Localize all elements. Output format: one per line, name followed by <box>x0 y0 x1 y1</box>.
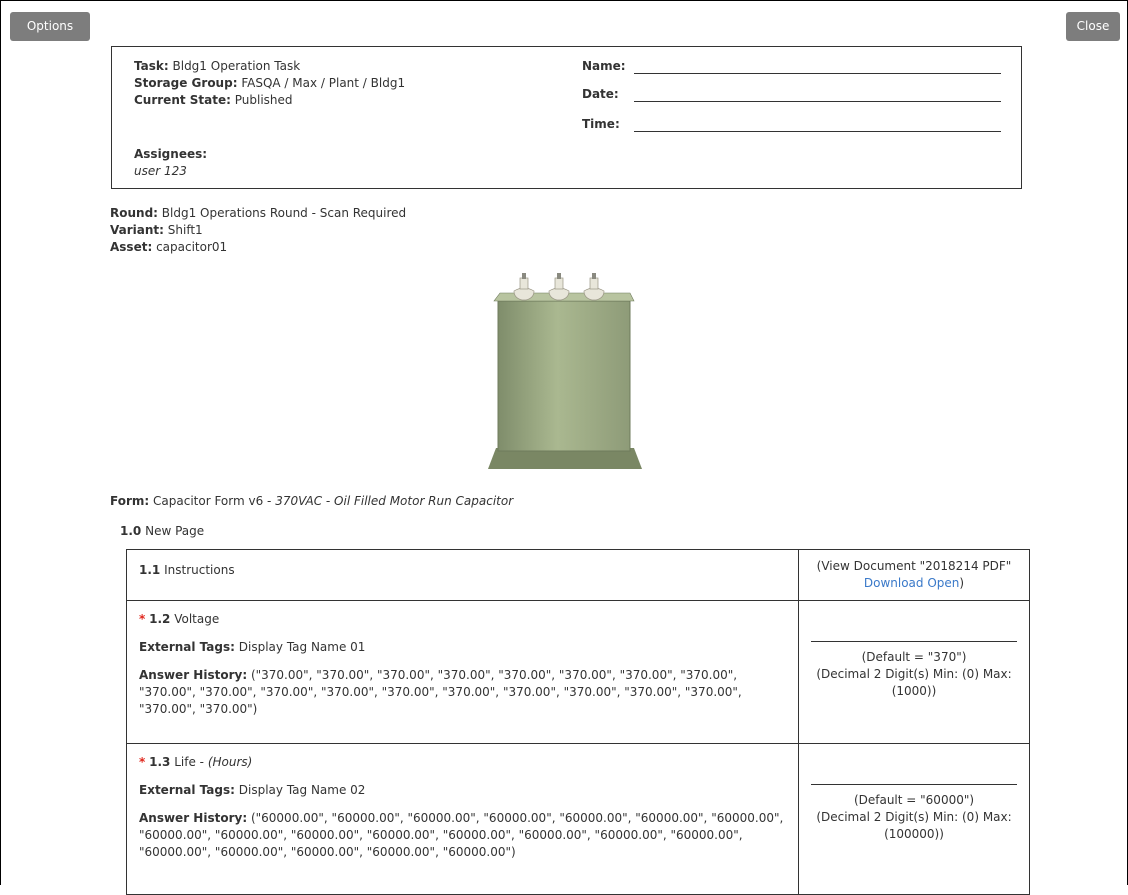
assignee-value: user 123 <box>134 164 187 178</box>
question-row-1-3: * 1.3 Life - (Hours) External Tags: Disp… <box>126 743 1030 895</box>
page-heading: 1.0 New Page <box>120 524 205 538</box>
form-line: Form: Capacitor Form v6 - 370VAC - Oil F… <box>110 494 514 508</box>
current-state-line: Current State: Published <box>134 93 293 107</box>
assignees-label: Assignees: <box>134 147 208 161</box>
question-row-1-1: 1.1 Instructions (View Document "2018214… <box>126 549 1030 601</box>
required-marker: * <box>139 612 146 626</box>
current-state-value: Published <box>234 93 293 107</box>
answer-input-line[interactable] <box>811 784 1017 785</box>
question-title: Voltage <box>174 612 220 626</box>
asset-value: capacitor01 <box>156 240 228 254</box>
questions-table: 1.1 Instructions (View Document "2018214… <box>126 549 1030 895</box>
variant-value: Shift1 <box>167 223 203 237</box>
task-line: Task: Bldg1 Operation Task <box>134 59 301 73</box>
task-header-box: Task: Bldg1 Operation Task Storage Group… <box>111 46 1022 189</box>
close-button[interactable]: Close <box>1066 12 1120 41</box>
storage-group-line: Storage Group: FASQA / Max / Plant / Bld… <box>134 76 406 90</box>
time-signature-line <box>634 131 1001 132</box>
variant-line: Variant: Shift1 <box>110 223 203 237</box>
default-value: (Default = "60000") <box>853 793 975 807</box>
form-name: Capacitor Form v6 <box>153 494 264 508</box>
round-line: Round: Bldg1 Operations Round - Scan Req… <box>110 206 407 220</box>
round-value: Bldg1 Operations Round - Scan Required <box>161 206 407 220</box>
document-cell: (View Document "2018214 PDF" Download Op… <box>798 549 1030 601</box>
question-title: Life <box>174 755 196 769</box>
download-link[interactable]: Download <box>864 576 924 590</box>
time-field-label: Time: <box>582 117 620 131</box>
question-title: Instructions <box>164 563 235 577</box>
name-signature-line <box>634 73 1001 74</box>
form-description: 370VAC - Oil Filled Motor Run Capacitor <box>275 494 514 508</box>
question-unit: (Hours) <box>207 755 253 769</box>
question-row-1-2: * 1.2 Voltage External Tags: Display Tag… <box>126 600 1030 744</box>
asset-line: Asset: capacitor01 <box>110 240 228 254</box>
storage-group-value: FASQA / Max / Plant / Bldg1 <box>241 76 406 90</box>
external-tags-value: Display Tag Name 01 <box>238 640 366 654</box>
date-field-label: Date: <box>582 87 619 101</box>
constraints-text: (Decimal 2 Digit(s) Min: (0) Max: (10000… <box>816 810 1012 841</box>
date-signature-line <box>634 101 1001 102</box>
options-button[interactable]: Options <box>10 12 90 41</box>
capacitor-image <box>488 273 642 469</box>
task-value: Bldg1 Operation Task <box>172 59 301 73</box>
open-link[interactable]: Open <box>927 576 959 590</box>
default-value: (Default = "370") <box>861 650 967 664</box>
required-marker: * <box>139 755 146 769</box>
external-tags-value: Display Tag Name 02 <box>238 783 366 797</box>
answer-input-line[interactable] <box>811 641 1017 642</box>
name-field-label: Name: <box>582 59 626 73</box>
constraints-text: (Decimal 2 Digit(s) Min: (0) Max: (1000)… <box>816 667 1012 698</box>
